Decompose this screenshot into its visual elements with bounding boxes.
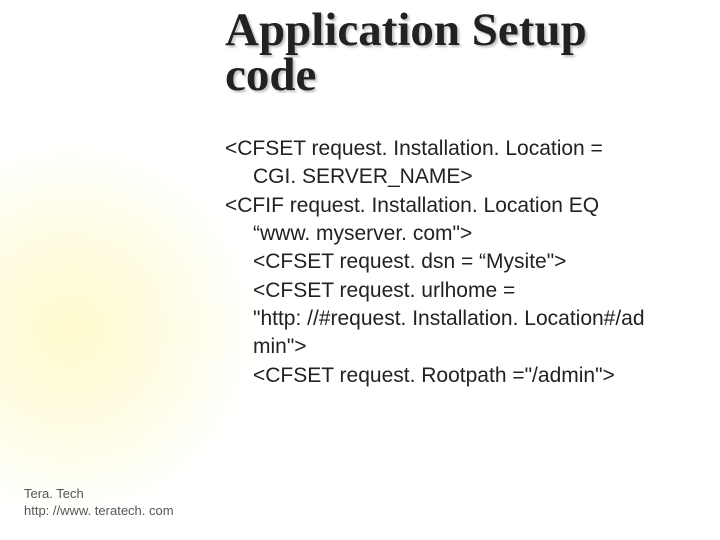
code-line: <CFSET request. urlhome = xyxy=(225,277,665,305)
code-line: min"> xyxy=(225,333,665,361)
code-line: "http: //#request. Installation. Locatio… xyxy=(225,305,665,333)
footer: Tera. Tech http: //www. teratech. com xyxy=(24,486,174,520)
code-line: <CFIF request. Installation. Location EQ xyxy=(225,192,665,220)
code-line: <CFSET request. Rootpath ="/admin"> xyxy=(225,362,665,390)
slide-title: Application Setup code xyxy=(225,8,685,97)
code-line: “www. myserver. com"> xyxy=(225,220,665,248)
footer-brand: Tera. Tech xyxy=(24,486,174,503)
code-block: <CFSET request. Installation. Location =… xyxy=(225,135,665,390)
background-glow xyxy=(0,140,260,520)
footer-url: http: //www. teratech. com xyxy=(24,503,174,520)
code-line: <CFSET request. dsn = “Mysite"> xyxy=(225,248,665,276)
code-line: CGI. SERVER_NAME> xyxy=(225,163,665,191)
code-line: <CFSET request. Installation. Location = xyxy=(225,135,665,163)
